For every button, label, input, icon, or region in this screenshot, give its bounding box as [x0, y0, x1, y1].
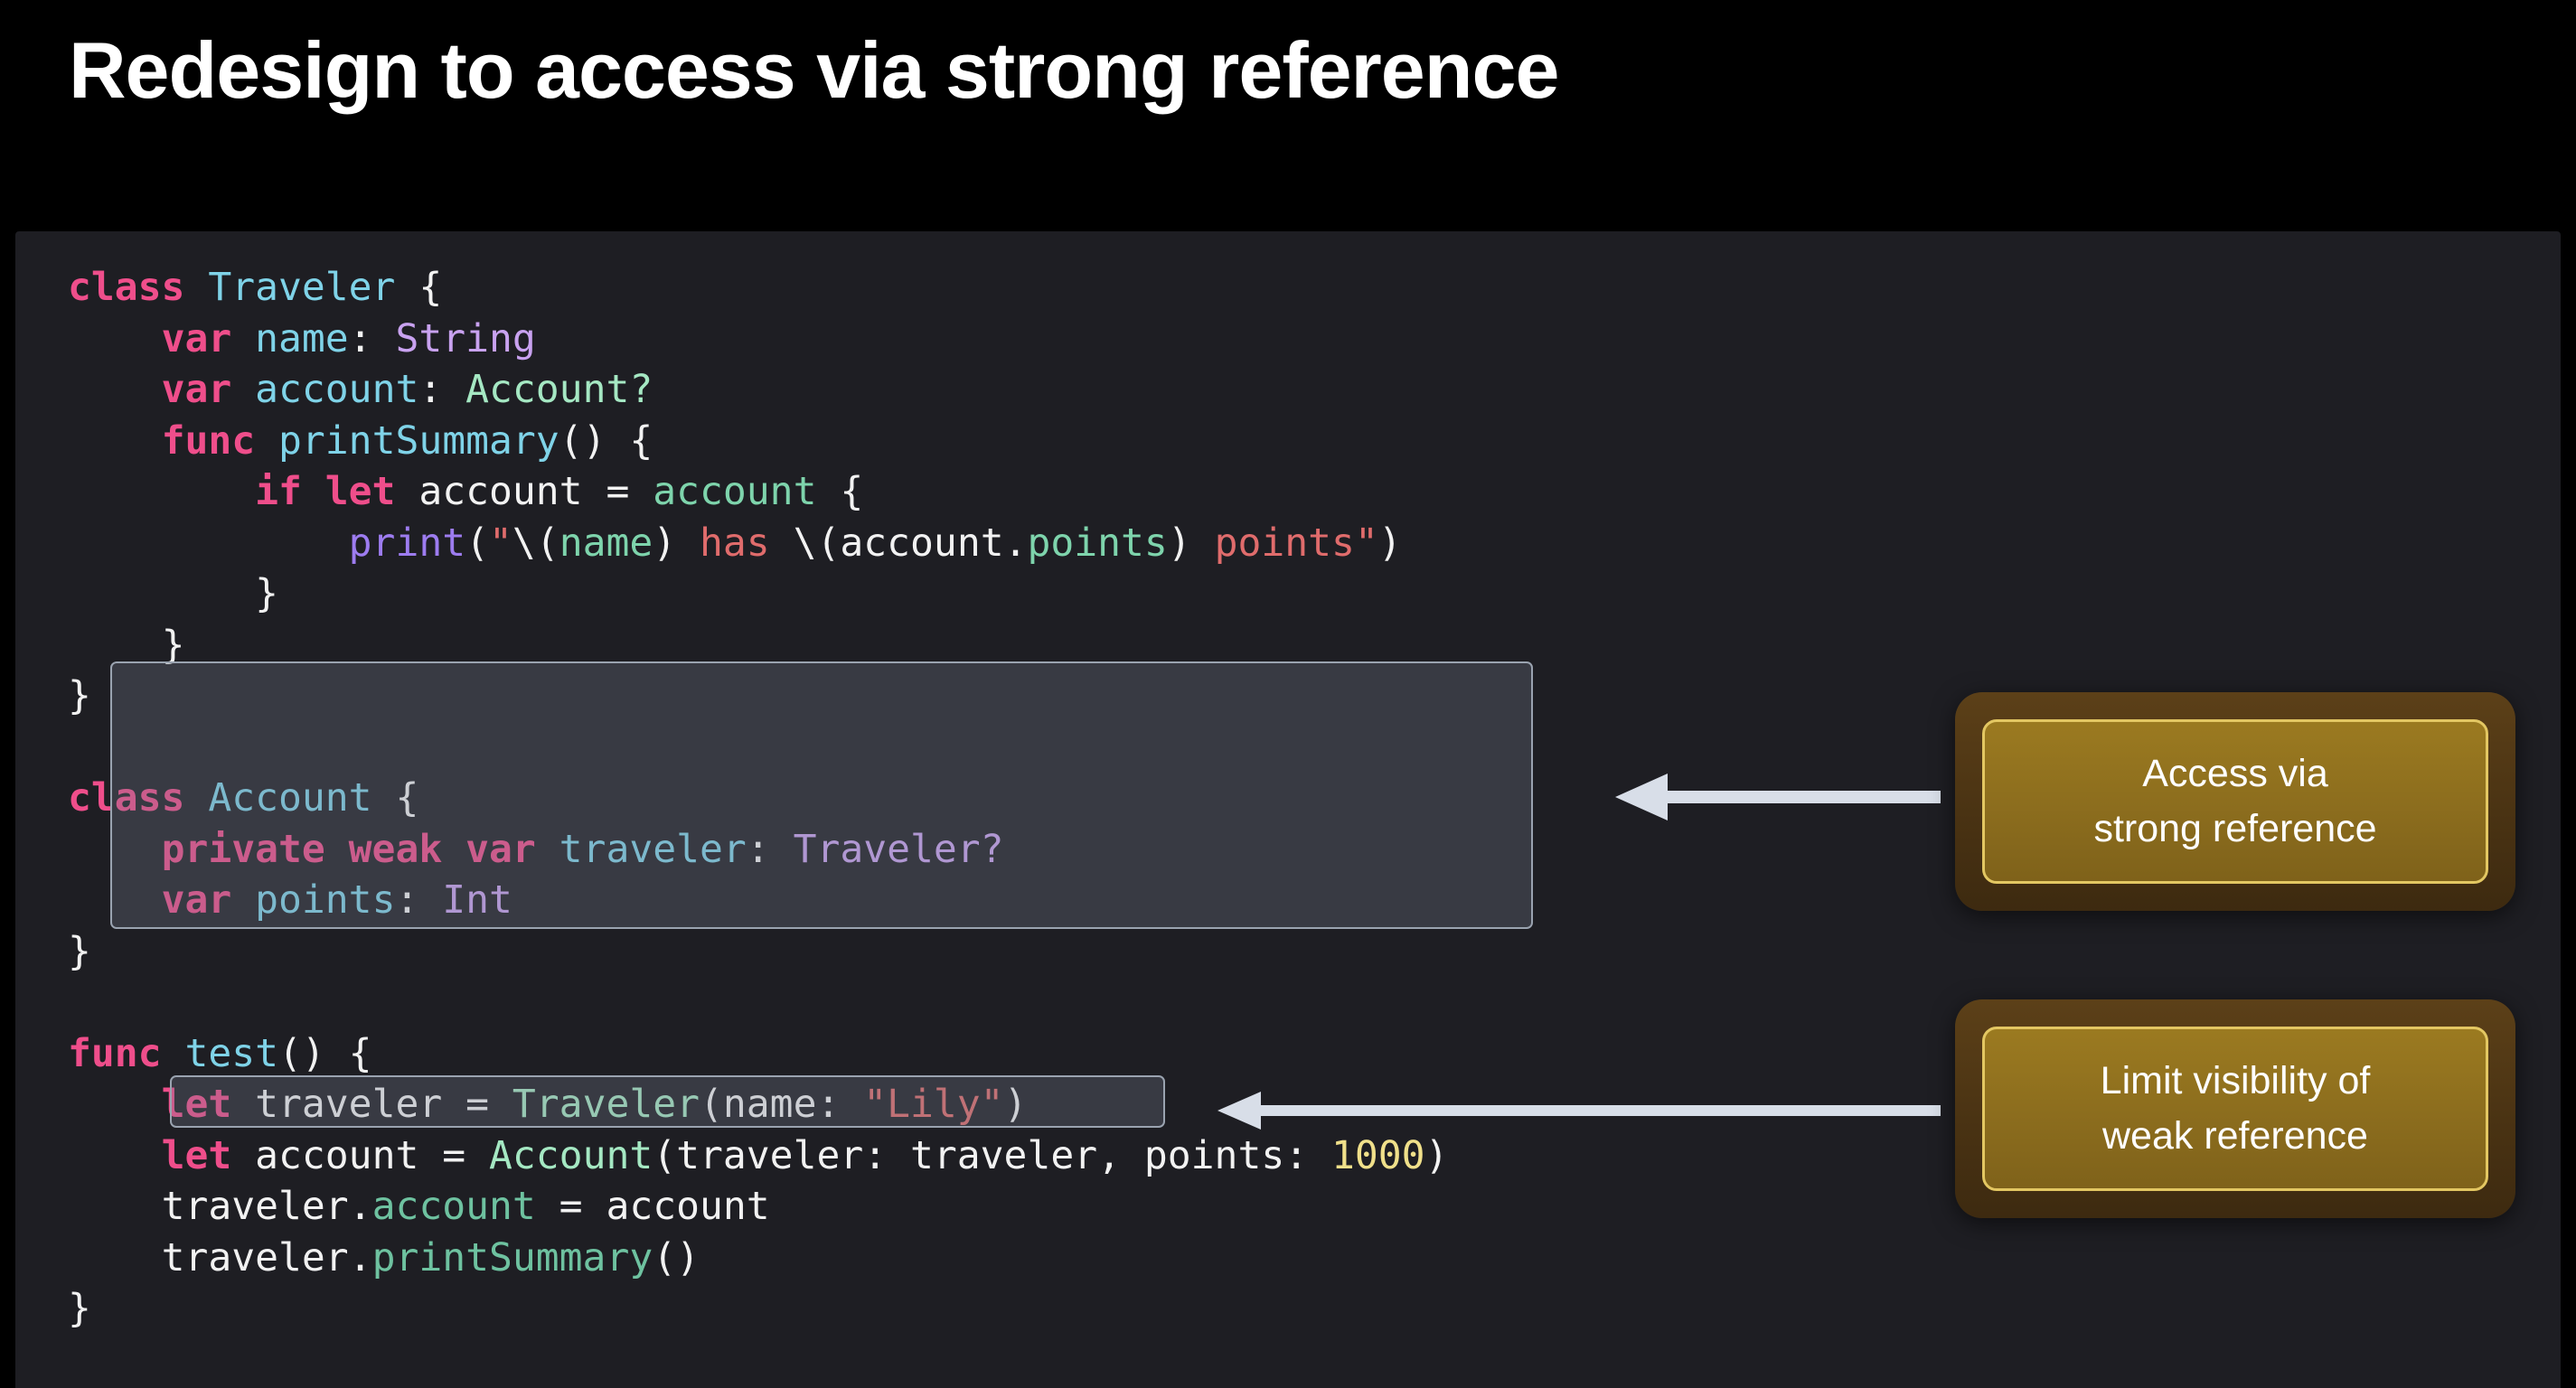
token-string-text: has	[676, 520, 794, 566]
code-block: class Traveler { var name: String var ac…	[68, 262, 1448, 1335]
callout-inner-panel: Access via strong reference	[1982, 719, 2488, 884]
token-brace: {	[371, 775, 419, 821]
token-member: printSummary	[371, 1234, 653, 1280]
code-line: func test() {	[68, 1030, 372, 1076]
code-line: }	[68, 671, 1448, 722]
token-function: test	[184, 1030, 279, 1076]
token-string: "Lily"	[863, 1082, 1004, 1127]
token-keyword: var	[161, 315, 232, 361]
token-value: account	[653, 469, 817, 514]
token-keyword: let	[324, 469, 396, 514]
token-brace: }	[68, 1286, 91, 1331]
token-string-text: points	[1190, 520, 1355, 566]
code-line: }	[68, 926, 1448, 978]
callout-strong-reference-label: Access via strong reference	[2093, 752, 2377, 850]
token-interpolated-var: name	[559, 520, 653, 566]
slide-title-bar: Redesign to access via strong reference	[0, 0, 2576, 231]
code-line: var account: Account?	[161, 367, 653, 412]
token-type: Traveler	[208, 265, 396, 310]
code-line: }	[68, 620, 1448, 671]
token-interpolation-open: \(	[793, 520, 841, 566]
code-line: }	[68, 1283, 1448, 1335]
token-string-quote: "	[1354, 520, 1378, 566]
token-keyword: var	[161, 877, 232, 923]
code-line: }	[68, 568, 1448, 620]
callout-inner-panel: Limit visibility of weak reference	[1982, 1027, 2488, 1191]
code-line: class Account {	[68, 773, 1448, 824]
token-keyword: class	[68, 775, 185, 821]
token-interpolation-open: \(	[512, 520, 559, 566]
token-brace: }	[255, 571, 278, 616]
token-property: points	[1027, 520, 1168, 566]
token-identifier: account =	[231, 1132, 490, 1178]
page-title: Redesign to access via strong reference	[69, 25, 1559, 115]
code-line: let traveler = Traveler(name: "Lily")	[161, 1082, 1028, 1127]
code-line: if let account = account {	[255, 469, 864, 514]
token-identifier: traveler	[161, 1234, 349, 1280]
code-line: class Traveler {	[68, 262, 1448, 314]
token-keyword: class	[68, 265, 185, 310]
token-keyword: let	[161, 1132, 232, 1178]
token-brace: {	[395, 265, 443, 310]
code-line: var points: Int	[161, 877, 512, 923]
code-line: private weak var traveler: Traveler?	[161, 826, 1004, 872]
slide-root: Redesign to access via strong reference …	[0, 0, 2576, 1388]
token-string-quote: "	[489, 520, 512, 566]
token-member: account	[371, 1184, 536, 1229]
code-line: func printSummary() {	[161, 417, 653, 464]
token-builtin: print	[348, 520, 466, 566]
token-interpolated-var: account	[840, 520, 1004, 566]
token-constructor: Traveler	[512, 1082, 700, 1127]
token-constructor: Account	[489, 1132, 653, 1178]
token-type: Int	[442, 877, 512, 923]
token-identifier: account	[418, 469, 583, 514]
callout-weak-reference-label: Limit visibility of weak reference	[2100, 1059, 2371, 1158]
code-panel: class Traveler { var name: String var ac…	[15, 231, 2561, 1388]
token-type: Account?	[465, 367, 653, 412]
token-brace: }	[161, 622, 185, 668]
code-line: var name: String	[161, 315, 536, 361]
token-identifier: account	[255, 367, 419, 412]
callout-strong-reference: Access via strong reference	[1955, 692, 2515, 911]
arrow-strong-reference-icon	[1615, 774, 1941, 821]
code-line: let account = Account(traveler: traveler…	[161, 1132, 1449, 1178]
code-line: traveler.printSummary()	[161, 1234, 700, 1280]
token-keyword: func	[68, 1030, 162, 1076]
token-type: String	[395, 315, 536, 361]
code-line: print("\(name) has \(account.points) poi…	[348, 520, 1402, 566]
token-type: Account	[208, 775, 372, 821]
token-identifier: points	[255, 877, 396, 923]
token-keyword: func	[161, 417, 256, 464]
token-identifier: name	[255, 315, 349, 361]
token-keyword: private weak var	[161, 826, 536, 872]
token-identifier: traveler	[559, 826, 747, 872]
token-keyword: if	[255, 469, 302, 514]
token-keyword: let	[161, 1082, 232, 1127]
token-type: Traveler?	[793, 826, 1004, 872]
token-identifier: traveler	[161, 1184, 349, 1229]
token-function: printSummary	[278, 417, 559, 464]
token-identifier: traveler =	[231, 1082, 512, 1127]
token-brace: }	[68, 673, 91, 718]
code-line: traveler.account = account	[161, 1184, 770, 1229]
callout-weak-reference: Limit visibility of weak reference	[1955, 999, 2515, 1218]
token-number: 1000	[1331, 1132, 1425, 1178]
token-keyword: var	[161, 367, 232, 412]
token-brace: }	[68, 928, 91, 974]
